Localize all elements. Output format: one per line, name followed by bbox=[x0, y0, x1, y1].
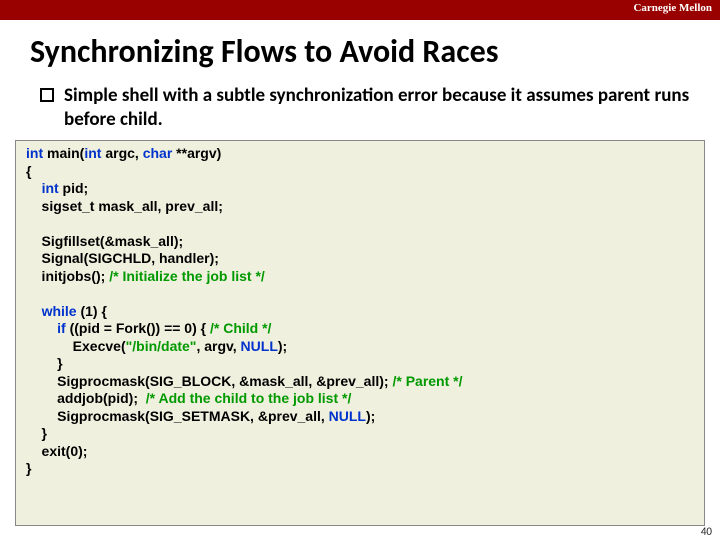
header-bar: Carnegie Mellon bbox=[0, 0, 720, 20]
code-line: Sigprocmask(SIG_SETMASK, &prev_all, NULL… bbox=[26, 408, 694, 426]
code-line: Execve("/bin/date", argv, NULL); bbox=[26, 338, 694, 356]
code-line: if ((pid = Fork()) == 0) { /* Child */ bbox=[26, 320, 694, 338]
code-line: { bbox=[26, 163, 694, 181]
code-line: while (1) { bbox=[26, 303, 694, 321]
string-literal: "/bin/date" bbox=[126, 338, 197, 354]
code-line: } bbox=[26, 460, 694, 478]
keyword: char bbox=[143, 145, 173, 161]
code-line: exit(0); bbox=[26, 443, 694, 461]
keyword: NULL bbox=[241, 338, 278, 354]
code-line: Sigfillset(&mask_all); bbox=[26, 233, 694, 251]
keyword: NULL bbox=[329, 408, 366, 424]
keyword: while bbox=[42, 303, 77, 319]
bullet-item: Simple shell with a subtle synchronizati… bbox=[40, 84, 690, 132]
comment: /* Child */ bbox=[210, 320, 271, 336]
code-block: int main(int argc, char **argv) { int pi… bbox=[15, 140, 705, 526]
code-line: Sigprocmask(SIG_BLOCK, &mask_all, &prev_… bbox=[26, 373, 694, 391]
keyword: int bbox=[26, 145, 43, 161]
slide-title: Synchronizing Flows to Avoid Races bbox=[30, 32, 498, 71]
code-line: int main(int argc, char **argv) bbox=[26, 145, 694, 163]
square-bullet-icon bbox=[40, 88, 54, 102]
comment: /* Initialize the job list */ bbox=[109, 268, 265, 284]
code-line: addjob(pid); /* Add the child to the job… bbox=[26, 390, 694, 408]
keyword: if bbox=[57, 320, 66, 336]
page-number: 40 bbox=[701, 525, 712, 538]
code-line: initjobs(); /* Initialize the job list *… bbox=[26, 268, 694, 286]
code-line: int pid; bbox=[26, 180, 694, 198]
code-line: Signal(SIGCHLD, handler); bbox=[26, 250, 694, 268]
comment: /* Parent */ bbox=[392, 373, 462, 389]
code-line: } bbox=[26, 355, 694, 373]
university-label: Carnegie Mellon bbox=[633, 2, 712, 14]
code-line bbox=[26, 215, 694, 233]
code-line: } bbox=[26, 425, 694, 443]
keyword: int bbox=[42, 180, 59, 196]
comment: /* Add the child to the job list */ bbox=[146, 390, 352, 406]
code-line: sigset_t mask_all, prev_all; bbox=[26, 198, 694, 216]
keyword: int bbox=[84, 145, 101, 161]
bullet-text: Simple shell with a subtle synchronizati… bbox=[64, 84, 690, 132]
slide: Carnegie Mellon Synchronizing Flows to A… bbox=[0, 0, 720, 540]
code-line bbox=[26, 285, 694, 303]
